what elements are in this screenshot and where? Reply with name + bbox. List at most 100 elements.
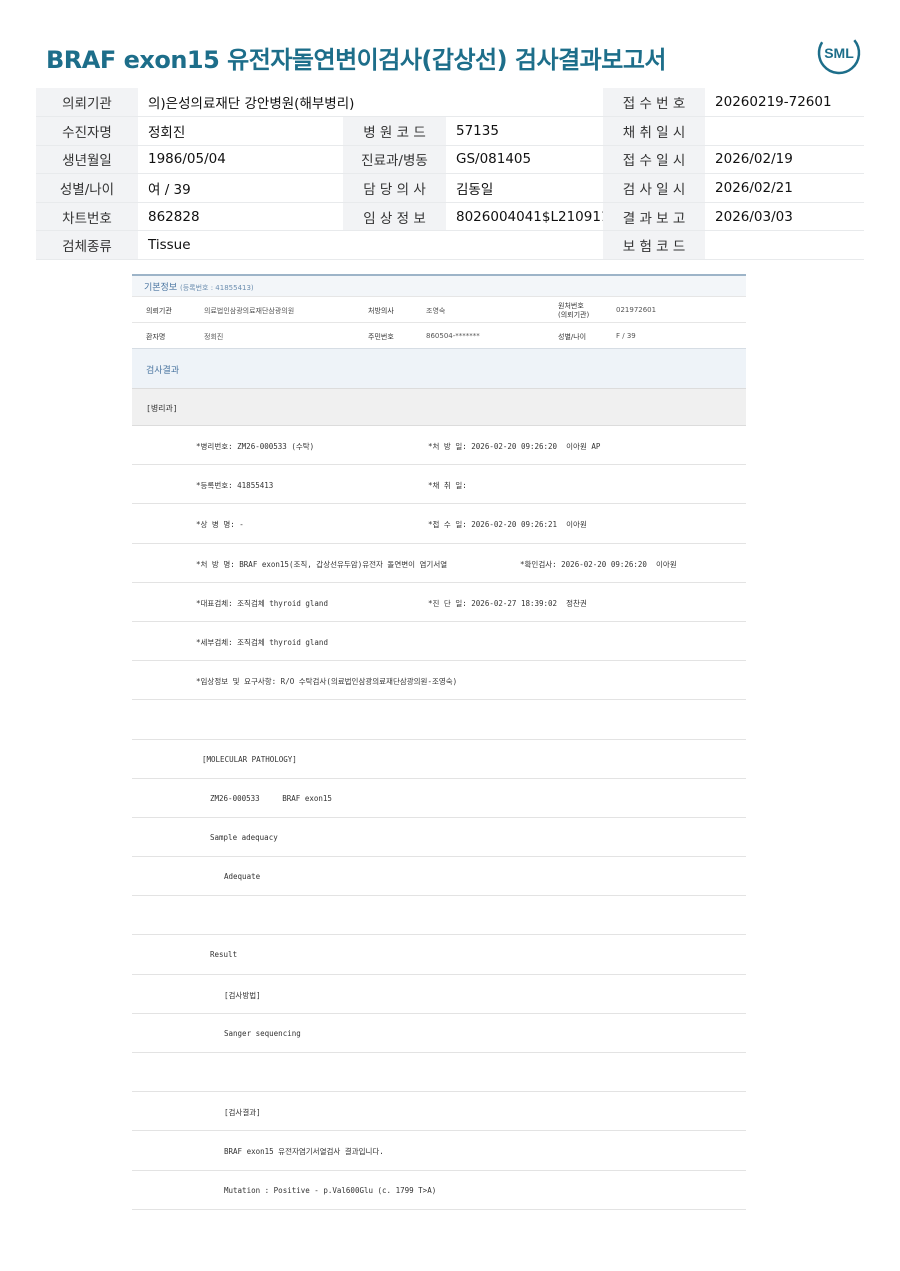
insurance-label: 보 험 코 드	[603, 230, 706, 261]
result-line: [검사결과]	[132, 1092, 746, 1132]
patient-info-table: 의뢰기관 의)은성의료재단 강안병원(해부병리) 접 수 번 호 2026021…	[36, 88, 865, 261]
result-line-left: *대표검체: 조직검체 thyroid gland	[196, 598, 328, 608]
clinical-value: 8026004041$L210911	[446, 202, 604, 232]
birth-value: 1986/05/04	[138, 145, 343, 175]
info-row: 수진자명 정회진 병 원 코 드 57135 채 취 일 시	[36, 116, 865, 146]
result-line	[132, 896, 746, 936]
result-line-right: *채 취 일:	[428, 481, 467, 491]
prescriber-value: 조영숙	[426, 307, 446, 315]
result-line-left: *처 방 명: BRAF exon15(조직, 갑상선유두암)유전자 돌연변이 …	[196, 559, 448, 569]
result-line-left: [검사방법]	[224, 990, 261, 1000]
doctor-label: 담 당 의 사	[343, 173, 446, 203]
recipient-value: 정회진	[138, 116, 343, 146]
result-line-right: *접 수 일: 2026-02-20 09:26:21 이아원	[428, 520, 587, 530]
sex-value: F / 39	[616, 332, 636, 340]
doctor-value: 김동일	[446, 173, 604, 203]
clinical-label: 임 상 정 보	[343, 202, 446, 232]
result-line: *상 병 명: - *접 수 일: 2026-02-20 09:26:21 이아원	[132, 504, 746, 544]
result-line-left: *등록번호: 41855413	[196, 481, 274, 491]
result-line-left: Sample adequacy	[210, 832, 278, 842]
result-line: Sample adequacy	[132, 818, 746, 858]
result-line-left: *임상정보 및 요구사항: R/O 수탁검사(의료법인삼광의료재단삼광의원-조영…	[196, 677, 458, 687]
collection-date-value	[705, 116, 865, 146]
insurance-value	[705, 230, 865, 261]
result-line-left: [검사결과]	[224, 1108, 261, 1118]
specimen-label: 검체종류	[36, 230, 138, 261]
result-line: Mutation : Positive - p.Val600Glu (c. 17…	[132, 1171, 746, 1210]
basic-info-title: 기본정보	[144, 283, 178, 293]
result-header: 검사결과	[132, 348, 746, 388]
ref-inst-value: 의료법인삼광의료재단삼광의원	[204, 307, 295, 315]
result-line-left: Mutation : Positive - p.Val600Glu (c. 17…	[224, 1185, 437, 1195]
result-line-left: *병리번호: ZM26-000533 (수탁)	[196, 442, 315, 451]
result-line: *세부검체: 조직검체 thyroid gland	[132, 622, 746, 662]
specimen-value: Tissue	[138, 230, 604, 261]
institution-value: 의)은성의료재단 강안병원(해부병리)	[138, 88, 604, 118]
result-line-right: *확인검사: 2026-02-20 09:26:20 이아원	[520, 559, 677, 569]
result-line	[132, 700, 746, 740]
receipt-no-value: 20260219-72601	[705, 88, 865, 118]
result-line-left: Sanger sequencing	[224, 1028, 301, 1038]
info-row: 차트번호 862828 임 상 정 보 8026004041$L210911 결…	[36, 202, 865, 232]
result-line-left: BRAF exon15 유전자염기서열검사 결과입니다.	[224, 1147, 384, 1157]
sex-age-value: 여 / 39	[138, 173, 343, 203]
receipt-date-label: 접 수 일 시	[603, 145, 706, 175]
result-line-left: [MOLECULAR PATHOLOGY]	[202, 754, 297, 764]
dept-label: 진료과/병동	[343, 145, 446, 175]
report-scan: 기본정보 (등록번호 : 41855413) 의뢰기관 의료법인삼광의료재단삼광…	[132, 274, 746, 1210]
result-line: *병리번호: ZM26-000533 (수탁) *처 방 일: 2026-02-2…	[132, 426, 746, 466]
result-line: ZM26-000533 BRAF exon15	[132, 779, 746, 818]
hospital-code-label: 병 원 코 드	[343, 116, 446, 146]
test-date-value: 2026/02/21	[705, 173, 865, 203]
basic-info-header: 기본정보 (등록번호 : 41855413)	[132, 274, 746, 296]
result-line: Adequate	[132, 857, 746, 897]
basic-info-row: 의뢰기관 의료법인삼광의료재단삼광의원 처방의사 조영숙 원처번호 (의뢰기관) …	[132, 296, 746, 322]
rrn-label: 주민번호	[368, 333, 394, 341]
prescriber-label: 처방의사	[368, 307, 394, 315]
logo-text: SML	[824, 45, 854, 61]
info-row: 검체종류 Tissue 보 험 코 드	[36, 230, 865, 261]
report-title: BRAF exon15 유전자돌연변이검사(갑상선) 검사결과보고서	[46, 46, 667, 74]
section-header: [병리과]	[132, 388, 746, 426]
basic-info-row: 환자명 정회진 주민번호 860504-******* 성별/나이 F / 39	[132, 322, 746, 348]
receipt-date-value: 2026/02/19	[705, 145, 865, 175]
chart-no-label: 차트번호	[36, 202, 138, 232]
result-line: [MOLECULAR PATHOLOGY]	[132, 740, 746, 779]
result-line	[132, 1053, 746, 1093]
report-date-label: 결 과 보 고	[603, 202, 706, 232]
institution-label: 의뢰기관	[36, 88, 138, 118]
ref-inst-label: 의뢰기관	[146, 307, 172, 315]
orig-no-label: 원처번호 (의뢰기관)	[558, 302, 589, 320]
result-line-right: *진 단 일: 2026-02-27 18:39:02 정찬권	[428, 598, 587, 608]
result-line-left: Result	[210, 950, 238, 960]
chart-no-value: 862828	[138, 202, 343, 232]
result-line: [검사방법]	[132, 975, 746, 1014]
result-line: *등록번호: 41855413 *채 취 일:	[132, 465, 746, 505]
result-line: Sanger sequencing	[132, 1014, 746, 1053]
sex-age-label: 성별/나이	[36, 173, 138, 203]
receipt-no-label: 접 수 번 호	[603, 88, 706, 118]
result-line: Result	[132, 935, 746, 975]
result-line-left: Adequate	[224, 872, 261, 882]
hospital-code-value: 57135	[446, 116, 604, 146]
result-line-left: *상 병 명: -	[196, 520, 244, 530]
sex-label: 성별/나이	[558, 333, 587, 341]
info-row: 성별/나이 여 / 39 담 당 의 사 김동일 검 사 일 시 2026/02…	[36, 173, 865, 203]
result-line: BRAF exon15 유전자염기서열검사 결과입니다.	[132, 1131, 746, 1171]
result-line-left: ZM26-000533 BRAF exon15	[210, 793, 332, 803]
test-date-label: 검 사 일 시	[603, 173, 706, 203]
basic-info-subtitle: (등록번호 : 41855413)	[180, 284, 254, 292]
birth-label: 생년월일	[36, 145, 138, 175]
result-line-right: *처 방 일: 2026-02-20 09:26:20 이아원 AP	[428, 442, 601, 451]
orig-no-label-line1: 원처번호	[558, 302, 584, 310]
collection-date-label: 채 취 일 시	[603, 116, 706, 146]
dept-value: GS/081405	[446, 145, 604, 175]
recipient-label: 수진자명	[36, 116, 138, 146]
result-line: *임상정보 및 요구사항: R/O 수탁검사(의료법인삼광의료재단삼광의원-조영…	[132, 661, 746, 701]
orig-no-value: 021972601	[616, 306, 657, 314]
orig-no-label-line2: (의뢰기관)	[558, 311, 590, 319]
result-lines: *병리번호: ZM26-000533 (수탁) *처 방 일: 2026-02-2…	[132, 426, 746, 1210]
report-date-value: 2026/03/03	[705, 202, 865, 232]
rrn-value: 860504-*******	[426, 332, 480, 340]
patient-value: 정회진	[204, 333, 224, 341]
